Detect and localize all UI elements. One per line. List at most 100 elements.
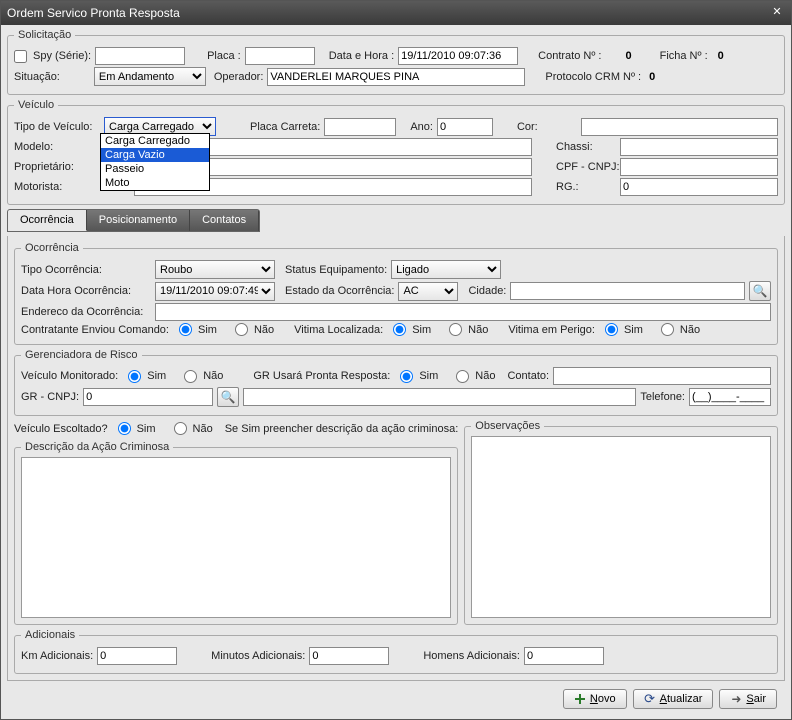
search-icon <box>221 391 236 404</box>
min-label: Minutos Adicionais: <box>211 650 305 662</box>
window-title: Ordem Servico Pronta Resposta <box>7 6 180 20</box>
usar-nao-radio[interactable] <box>456 370 469 383</box>
ano-input[interactable] <box>437 118 493 136</box>
ocorrencia-legend: Ocorrência <box>21 242 83 254</box>
contato-input[interactable] <box>553 367 771 385</box>
hom-label: Homens Adicionais: <box>423 650 520 662</box>
situacao-select[interactable]: Em Andamento <box>94 67 206 86</box>
datahora-occ-select[interactable]: 19/11/2010 09:07:49 <box>155 282 275 301</box>
content-area: Solicitação Spy (Série): Placa : Data e … <box>1 25 791 719</box>
motorista-label: Motorista: <box>14 181 100 193</box>
cor-label: Cor: <box>517 121 577 133</box>
gr-group: Gerenciadora de Risco Veículo Monitorado… <box>14 349 778 416</box>
vitima-perigo-nao-radio[interactable] <box>661 323 674 336</box>
vitima-perigo-sim-radio[interactable] <box>605 323 618 336</box>
min-input[interactable] <box>309 647 389 665</box>
contratante-nao-label: Não <box>254 324 274 336</box>
datahora-input[interactable] <box>398 47 518 65</box>
estado-occ-label: Estado da Ocorrência: <box>285 285 394 297</box>
placa-carreta-input[interactable] <box>324 118 396 136</box>
novo-button[interactable]: Novo <box>563 689 627 709</box>
vitima-loc-nao-radio[interactable] <box>449 323 462 336</box>
chassi-input[interactable] <box>620 138 778 156</box>
tab-contatos[interactable]: Contatos <box>190 210 259 231</box>
datahora-occ-label: Data Hora Ocorrência: <box>21 285 151 297</box>
estado-occ-select[interactable]: AC <box>398 282 458 301</box>
solicitacao-legend: Solicitação <box>14 29 75 41</box>
descricao-textarea[interactable] <box>21 457 451 618</box>
tab-posicionamento[interactable]: Posicionamento <box>87 210 190 231</box>
ficha-value: 0 <box>718 50 724 62</box>
tipo-veiculo-label: Tipo de Veículo: <box>14 121 100 133</box>
sair-button[interactable]: Sair <box>719 689 777 709</box>
dropdown-option[interactable]: Passeio <box>101 162 209 176</box>
usar-pr-label: GR Usará Pronta Resposta: <box>253 370 390 382</box>
spy-checkbox[interactable] <box>14 50 27 63</box>
spy-input[interactable] <box>95 47 185 65</box>
cidade-search-button[interactable] <box>749 281 771 301</box>
placa-input[interactable] <box>245 47 315 65</box>
contratante-sim-radio[interactable] <box>179 323 192 336</box>
dropdown-option[interactable]: Carga Carregado <box>101 134 209 148</box>
usar-sim-label: Sim <box>419 370 438 382</box>
endereco-occ-input[interactable] <box>155 303 771 321</box>
vitima-loc-sim-radio[interactable] <box>393 323 406 336</box>
observacoes-textarea[interactable] <box>471 436 771 618</box>
status-equip-select[interactable]: Ligado <box>391 260 501 279</box>
placa-label: Placa : <box>207 50 241 62</box>
chassi-label: Chassi: <box>556 141 616 153</box>
ficha-label: Ficha Nº : <box>660 50 708 62</box>
protocolo-label: Protocolo CRM Nº : <box>545 71 641 83</box>
app-window: Ordem Servico Pronta Resposta ✕ Solicita… <box>0 0 792 720</box>
ocorrencia-group: Ocorrência Tipo Ocorrência: Roubo Status… <box>14 242 778 345</box>
datahora-label: Data e Hora : <box>329 50 394 62</box>
telefone-input[interactable] <box>689 388 771 406</box>
tipo-ocorrencia-select[interactable]: Roubo <box>155 260 275 279</box>
usar-sim-radio[interactable] <box>400 370 413 383</box>
tipo-ocorrencia-label: Tipo Ocorrência: <box>21 264 151 276</box>
cpf-input[interactable] <box>620 158 778 176</box>
tipo-veiculo-dropdown[interactable]: Carga Carregado Carga Vazio Passeio Moto <box>100 133 210 191</box>
contratante-nao-radio[interactable] <box>235 323 248 336</box>
monitorado-sim-radio[interactable] <box>128 370 141 383</box>
cidade-input[interactable] <box>510 282 745 300</box>
monitorado-label: Veículo Monitorado: <box>21 370 118 382</box>
monitorado-sim-label: Sim <box>147 370 166 382</box>
km-label: Km Adicionais: <box>21 650 93 662</box>
endereco-occ-label: Endereco da Ocorrência: <box>21 306 151 318</box>
rg-input[interactable] <box>620 178 778 196</box>
tab-strip: Ocorrência Posicionamento Contatos <box>7 209 260 232</box>
solicitacao-group: Solicitação Spy (Série): Placa : Data e … <box>7 29 785 95</box>
proprietario-label: Proprietário: <box>14 161 100 173</box>
tab-ocorrencia[interactable]: Ocorrência <box>8 210 87 231</box>
dropdown-option[interactable]: Carga Vazio <box>101 148 209 162</box>
dropdown-option[interactable]: Moto <box>101 176 209 190</box>
descricao-legend: Descrição da Ação Criminosa <box>21 441 173 453</box>
close-icon[interactable]: ✕ <box>769 5 785 21</box>
refresh-icon <box>644 693 656 705</box>
gr-desc-input[interactable] <box>243 388 636 406</box>
footer-bar: Novo Atualizar Sair <box>7 685 785 715</box>
cor-input[interactable] <box>581 118 778 136</box>
escoltado-sim-label: Sim <box>137 423 156 435</box>
veiculo-group: Veículo Tipo de Veículo: Carga Carregado… <box>7 99 785 205</box>
grcnpj-input[interactable] <box>83 388 213 406</box>
escoltado-nao-radio[interactable] <box>174 422 187 435</box>
status-equip-label: Status Equipamento: <box>285 264 387 276</box>
ano-label: Ano: <box>410 121 433 133</box>
rg-label: RG.: <box>556 181 616 193</box>
escoltado-sim-radio[interactable] <box>118 422 131 435</box>
vitima-perigo-nao-label: Não <box>680 324 700 336</box>
hom-input[interactable] <box>524 647 604 665</box>
operador-input[interactable] <box>267 68 525 86</box>
protocolo-value: 0 <box>649 71 655 83</box>
atualizar-button[interactable]: Atualizar <box>633 689 714 709</box>
grcnpj-search-button[interactable] <box>217 387 239 407</box>
tab-body: Ocorrência Tipo Ocorrência: Roubo Status… <box>7 236 785 681</box>
escoltado-label: Veículo Escoltado? <box>14 423 108 435</box>
grcnpj-label: GR - CNPJ: <box>21 391 79 403</box>
telefone-label: Telefone: <box>640 391 685 403</box>
spy-label: Spy (Série): <box>33 50 91 62</box>
monitorado-nao-radio[interactable] <box>184 370 197 383</box>
km-input[interactable] <box>97 647 177 665</box>
